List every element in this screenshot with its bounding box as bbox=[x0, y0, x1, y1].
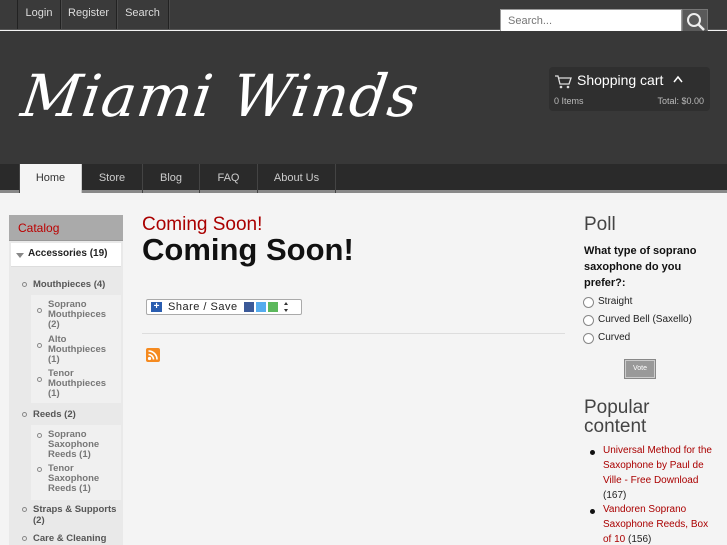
nav-store[interactable]: Store bbox=[82, 164, 143, 193]
share-save-label: Share / Save bbox=[168, 301, 238, 313]
category-tenor-mouthpieces[interactable]: Tenor Mouthpieces (1) bbox=[48, 369, 114, 399]
category-mouthpieces[interactable]: Mouthpieces (4) bbox=[33, 279, 105, 290]
share-save-button[interactable]: + Share / Save bbox=[146, 299, 302, 315]
category-straps-supports[interactable]: Straps & Supports (2) bbox=[33, 504, 117, 526]
category-reeds[interactable]: Reeds (2) bbox=[33, 409, 76, 420]
search-input[interactable] bbox=[500, 9, 682, 32]
category-alto-mouthpieces[interactable]: Alto Mouthpieces (1) bbox=[48, 335, 114, 365]
chevron-up-icon[interactable] bbox=[673, 75, 683, 83]
bullet-icon bbox=[37, 308, 42, 313]
category-tenor-reeds[interactable]: Tenor Saxophone Reeds (1) bbox=[48, 464, 114, 494]
triangle-down-icon bbox=[16, 253, 24, 258]
poll-question: What type of soprano saxophone do you pr… bbox=[584, 245, 697, 289]
popular-item[interactable]: Vandoren Soprano Saxophone Reeds, Box of… bbox=[603, 502, 713, 545]
site-logo[interactable]: Miami Winds bbox=[17, 61, 424, 131]
twitter-icon bbox=[256, 302, 266, 312]
facebook-icon bbox=[244, 302, 254, 312]
social-icons bbox=[244, 302, 288, 312]
bullet-icon bbox=[22, 282, 27, 287]
category-care-cleaning[interactable]: Care & Cleaning bbox=[33, 533, 106, 544]
popular-item[interactable]: Universal Method for the Saxophone by Pa… bbox=[603, 443, 713, 503]
radio-button[interactable] bbox=[583, 297, 594, 308]
radio-button[interactable] bbox=[583, 315, 594, 326]
nav-about-us[interactable]: About Us bbox=[258, 164, 336, 193]
bullet-icon bbox=[37, 343, 42, 348]
poll-title: Poll bbox=[584, 214, 616, 235]
cart-total: Total: $0.00 bbox=[657, 96, 704, 106]
search-button[interactable] bbox=[682, 9, 708, 32]
shopping-cart-widget[interactable]: Shopping cart 0 Items Total: $0.00 bbox=[549, 67, 710, 111]
poll-option-label: Straight bbox=[598, 296, 633, 307]
nav-home[interactable]: Home bbox=[19, 164, 82, 193]
category-accessories-label: Accessories (19) bbox=[28, 248, 108, 259]
popular-item-count: (167) bbox=[603, 490, 627, 501]
catalog-sidebar: Catalog Accessories (19) Mouthpieces (4)… bbox=[9, 215, 123, 545]
cart-icon bbox=[555, 75, 572, 89]
bullet-icon bbox=[22, 507, 27, 512]
bullet-icon bbox=[37, 467, 42, 472]
register-link[interactable]: Register bbox=[61, 0, 117, 29]
top-bar: Login Register Search bbox=[0, 0, 727, 32]
rss-feed-icon[interactable] bbox=[146, 348, 160, 362]
share-icon bbox=[268, 302, 278, 312]
vote-button[interactable]: Vote bbox=[624, 359, 656, 379]
category-accessories[interactable]: Accessories (19) bbox=[11, 243, 121, 267]
content-divider bbox=[142, 333, 565, 334]
poll-option-label: Curved bbox=[598, 332, 631, 343]
radio-button[interactable] bbox=[583, 333, 594, 344]
magnifier-icon bbox=[687, 13, 705, 31]
list-bullet bbox=[590, 450, 595, 455]
poll-option-label: Curved Bell (Saxello) bbox=[598, 314, 692, 325]
search-link[interactable]: Search bbox=[117, 0, 169, 29]
plus-icon: + bbox=[151, 302, 162, 312]
nav-blog[interactable]: Blog bbox=[143, 164, 200, 193]
login-link[interactable]: Login bbox=[17, 0, 61, 29]
popular-item-count: (156) bbox=[628, 534, 652, 545]
popular-item-link[interactable]: Vandoren Soprano Saxophone Reeds, Box of… bbox=[603, 504, 708, 545]
cart-title: Shopping cart bbox=[577, 72, 664, 88]
list-bullet bbox=[590, 509, 595, 514]
nav-faq[interactable]: FAQ bbox=[200, 164, 258, 193]
popular-item-link[interactable]: Universal Method for the Saxophone by Pa… bbox=[603, 445, 712, 486]
popular-content-title: Popular content bbox=[584, 397, 650, 437]
bullet-icon bbox=[37, 377, 42, 382]
bullet-icon bbox=[22, 412, 27, 417]
bullet-icon bbox=[37, 433, 42, 438]
catalog-heading: Catalog bbox=[9, 215, 123, 241]
page-title: Coming Soon! bbox=[142, 232, 354, 267]
category-soprano-reeds[interactable]: Soprano Saxophone Reeds (1) bbox=[48, 430, 114, 460]
category-soprano-mouthpieces[interactable]: Soprano Mouthpieces (2) bbox=[48, 300, 114, 330]
main-nav: Home Store Blog FAQ About Us bbox=[0, 164, 727, 193]
bullet-icon bbox=[22, 536, 27, 541]
site-header: Miami Winds Shopping cart 0 Items Total:… bbox=[0, 31, 727, 164]
cart-items-count: 0 Items bbox=[554, 96, 584, 106]
